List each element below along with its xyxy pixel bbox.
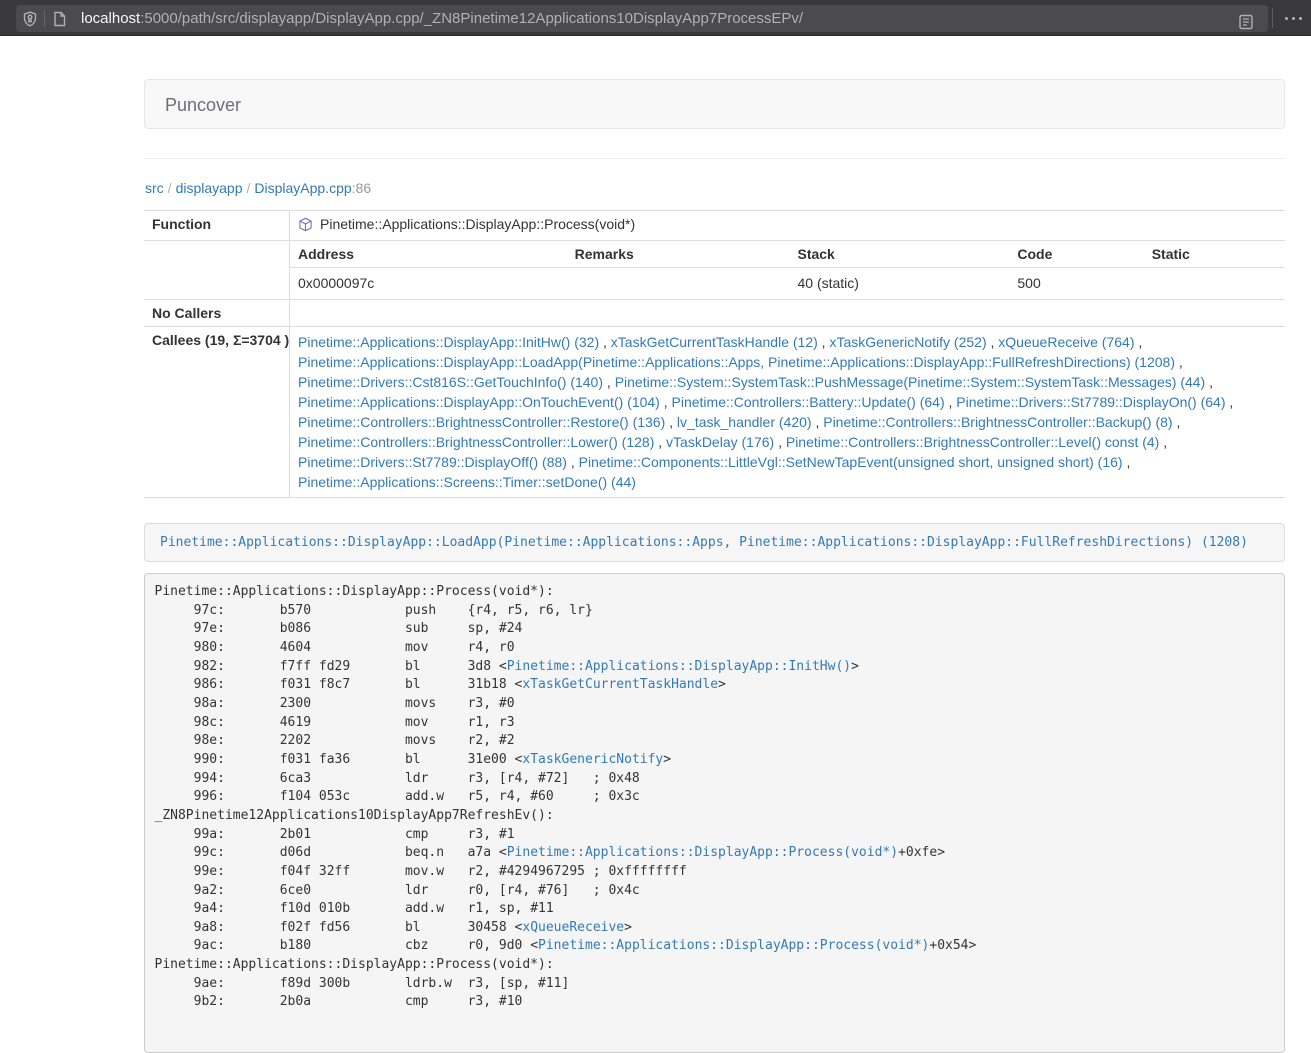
callee-separator: , [774,434,786,450]
col-remarks: Remarks [567,241,790,267]
url-text[interactable]: localhost:5000/path/src/displayapp/Displ… [81,10,1268,27]
breadcrumb-link-file[interactable]: DisplayApp.cpp [254,180,351,196]
value-address: 0x0000097c [290,268,567,299]
no-callers-row: No Callers [144,300,1285,327]
callee-link[interactable]: Pinetime::Controllers::Battery::Update()… [672,394,945,410]
function-label: Function [144,211,290,240]
callee-link[interactable]: Pinetime::Applications::DisplayApp::OnTo… [298,394,660,410]
function-table: Function Pinetime::Applications::Display… [144,210,1285,498]
callee-separator: , [654,434,666,450]
callee-separator: , [1173,414,1181,430]
value-remarks [567,268,790,299]
col-code: Code [1009,241,1143,267]
callee-link[interactable]: Pinetime::Controllers::BrightnessControl… [298,414,665,430]
asm-symbol-link[interactable]: xTaskGetCurrentTaskHandle [522,677,718,692]
value-code: 500 [1009,268,1143,299]
callee-separator: , [1134,334,1142,350]
callee-separator: , [599,334,611,350]
function-row: Function Pinetime::Applications::Display… [144,211,1285,241]
breadcrumb: src/displayapp/DisplayApp.cpp:86 [145,180,371,196]
callee-link[interactable]: xTaskGenericNotify (252) [829,334,986,350]
shield-icon[interactable] [16,5,44,32]
breadcrumb-link-src[interactable]: src [145,180,164,196]
callee-separator: , [812,414,824,430]
url-host: localhost [81,10,140,27]
stats-row: Address Remarks Stack Code Static 0x0000… [144,241,1285,300]
stats-cell: Address Remarks Stack Code Static 0x0000… [290,241,1285,299]
callee-separator: , [1123,454,1131,470]
callee-link[interactable]: Pinetime::Drivers::St7789::DisplayOn() (… [956,394,1225,410]
asm-symbol-link[interactable]: Pinetime::Applications::DisplayApp::Proc… [538,938,929,953]
toolbar-divider [1272,8,1273,28]
no-callers-label: No Callers [144,300,290,326]
stats-header-row: Address Remarks Stack Code Static [290,241,1285,268]
banner-function-link[interactable]: Pinetime::Applications::DisplayApp::Load… [160,535,1248,550]
callees-row: Callees (19, Σ=3704 ) Pinetime::Applicat… [144,327,1285,498]
asm-symbol-link[interactable]: Pinetime::Applications::DisplayApp::Proc… [507,845,898,860]
url-path: :5000/path/src/displayapp/DisplayApp.cpp… [140,10,803,27]
value-stack: 40 (static) [789,268,1009,299]
stats-table: Address Remarks Stack Code Static 0x0000… [290,241,1285,299]
callee-link[interactable]: Pinetime::Applications::DisplayApp::Load… [298,354,1175,370]
callee-separator: , [660,394,672,410]
breadcrumb-line-number: :86 [352,180,371,196]
breadcrumb-separator: / [164,180,176,196]
callee-separator: , [1159,434,1167,450]
stats-value-row: 0x0000097c 40 (static) 500 [290,268,1285,299]
callee-link[interactable]: xTaskGetCurrentTaskHandle (12) [611,334,818,350]
callee-separator: , [1175,354,1183,370]
col-address: Address [290,241,567,267]
callee-link[interactable]: Pinetime::Controllers::BrightnessControl… [823,414,1172,430]
callee-separator: , [1226,394,1234,410]
callee-separator: , [665,414,677,430]
url-bar[interactable]: localhost:5000/path/src/displayapp/Displ… [16,5,1268,32]
asm-symbol-link[interactable]: Pinetime::Applications::DisplayApp::Init… [507,659,851,674]
callee-link[interactable]: vTaskDelay (176) [666,434,774,450]
divider [144,158,1285,159]
page-body: Puncover src/displayapp/DisplayApp.cpp:8… [0,37,1311,998]
function-name: Pinetime::Applications::DisplayApp::Proc… [320,216,635,232]
breadcrumb-link-displayapp[interactable]: displayapp [176,180,243,196]
disassembly-listing: Pinetime::Applications::DisplayApp::Proc… [155,583,1275,1012]
callee-separator: , [603,374,615,390]
callee-separator: , [1205,374,1213,390]
callee-link[interactable]: lv_task_handler (420) [677,414,812,430]
callee-separator: , [945,394,957,410]
callee-link[interactable]: Pinetime::Controllers::BrightnessControl… [298,434,654,450]
browser-toolbar: localhost:5000/path/src/displayapp/Displ… [0,0,1311,36]
callees-label: Callees (19, Σ=3704 ) [144,327,290,497]
callee-link[interactable]: Pinetime::Applications::DisplayApp::Init… [298,334,599,350]
app-navbar: Puncover [144,79,1285,129]
callee-link[interactable]: Pinetime::Applications::Screens::Timer::… [298,474,636,490]
breadcrumb-separator: / [243,180,255,196]
callee-separator: , [818,334,830,350]
cube-icon [298,217,313,235]
callee-separator: , [567,454,579,470]
callee-link[interactable]: Pinetime::Drivers::St7789::DisplayOff() … [298,454,567,470]
function-name-cell: Pinetime::Applications::DisplayApp::Proc… [290,211,1285,240]
callee-link[interactable]: xQueueReceive (764) [998,334,1134,350]
no-callers-cell [290,300,1285,326]
brand-title: Puncover [165,80,241,130]
callee-link[interactable]: Pinetime::Drivers::Cst816S::GetTouchInfo… [298,374,603,390]
more-menu-icon[interactable] [1281,6,1305,30]
disassembly-block: Pinetime::Applications::DisplayApp::Proc… [144,573,1285,1053]
stats-empty-label [144,241,290,299]
col-static: Static [1144,241,1285,267]
value-static [1144,268,1285,299]
callee-separator: , [987,334,999,350]
callee-link[interactable]: Pinetime::System::SystemTask::PushMessag… [615,374,1206,390]
asm-symbol-link[interactable]: xQueueReceive [522,920,624,935]
col-stack: Stack [789,241,1009,267]
callee-link[interactable]: Pinetime::Components::LittleVgl::SetNewT… [579,454,1123,470]
reader-mode-icon[interactable] [1232,8,1260,35]
asm-symbol-link[interactable]: xTaskGenericNotify [522,752,663,767]
page-icon[interactable] [45,5,73,32]
callee-link[interactable]: Pinetime::Controllers::BrightnessControl… [786,434,1159,450]
highlight-banner: Pinetime::Applications::DisplayApp::Load… [144,523,1285,562]
callees-list: Pinetime::Applications::DisplayApp::Init… [290,327,1285,497]
